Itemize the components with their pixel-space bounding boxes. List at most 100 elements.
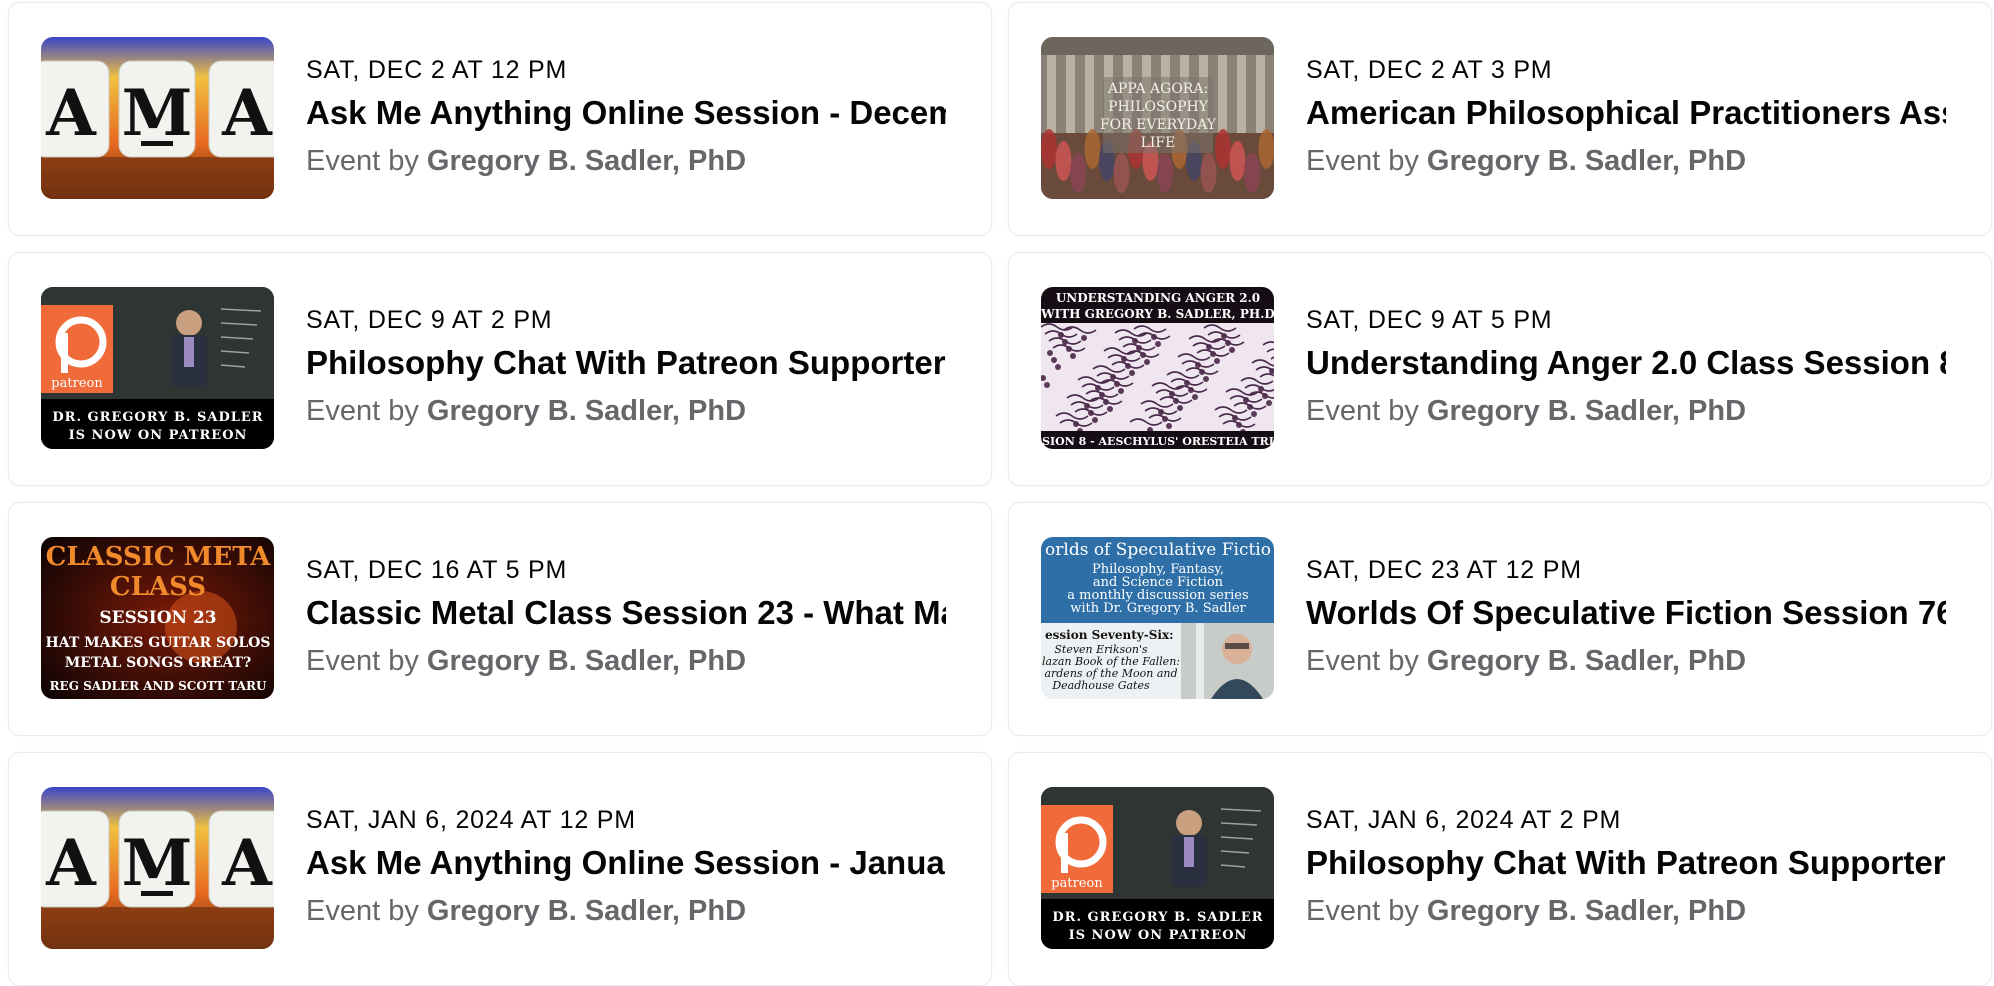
event-title[interactable]: Classic Metal Class Session 23 - What Ma… — [306, 593, 946, 633]
byline-prefix: Event by — [1306, 645, 1419, 677]
event-date: SAT, JAN 6, 2024 AT 12 PM — [306, 806, 636, 834]
event-byline: Event by Gregory B. Sadler, PhD — [306, 143, 946, 179]
svg-text:patreon: patreon — [1051, 876, 1103, 891]
event-host-link[interactable]: Gregory B. Sadler, PhD — [427, 145, 746, 177]
event-host-link[interactable]: Gregory B. Sadler, PhD — [427, 645, 746, 677]
event-host-link[interactable]: Gregory B. Sadler, PhD — [1427, 895, 1746, 927]
svg-text:APPA AGORA:: APPA AGORA: — [1107, 81, 1208, 97]
event-thumbnail[interactable]: AMA — [41, 37, 274, 199]
svg-text:SESSION 23: SESSION 23 — [99, 608, 216, 628]
svg-text:Deadhouse Gates: Deadhouse Gates — [1051, 679, 1150, 692]
event-thumbnail[interactable]: UNDERSTANDING ANGER 2.0 WITH GREGORY B. S… — [1041, 287, 1274, 449]
svg-text:ession Seventy-Six:: ession Seventy-Six: — [1045, 628, 1174, 642]
svg-text:with Dr. Gregory B. Sadler: with Dr. Gregory B. Sadler — [1070, 601, 1246, 616]
event-info: SAT, DEC 2 AT 12 PM Ask Me Anything Onli… — [306, 55, 946, 179]
event-title[interactable]: Worlds Of Speculative Fiction Session 76 — [1306, 593, 1946, 633]
event-card[interactable]: AMA SAT, JAN 6, 2024 AT 12 PM Ask Me Any… — [8, 752, 992, 986]
event-host-link[interactable]: Gregory B. Sadler, PhD — [427, 395, 746, 427]
event-card[interactable]: CLASSIC META CLASS SESSION 23 HAT MAKES GUI… — [8, 502, 992, 736]
event-title[interactable]: Philosophy Chat With Patreon Supporters — [1306, 843, 1946, 883]
event-title[interactable]: Ask Me Anything Online Session - January… — [306, 843, 946, 883]
event-byline: Event by Gregory B. Sadler, PhD — [306, 643, 946, 679]
event-byline: Event by Gregory B. Sadler, PhD — [1306, 893, 1946, 929]
svg-text:M: M — [122, 826, 193, 901]
event-info: SAT, DEC 23 AT 12 PM Worlds Of Speculati… — [1306, 555, 1946, 679]
event-date: SAT, DEC 2 AT 12 PM — [306, 56, 568, 84]
event-thumbnail[interactable]: orlds of Speculative Fictio Philosophy, F… — [1041, 537, 1274, 699]
svg-text:PHILOSOPHY: PHILOSOPHY — [1108, 99, 1209, 115]
event-card[interactable]: UNDERSTANDING ANGER 2.0 WITH GREGORY B. S… — [1008, 252, 1992, 486]
event-cover-image: patreon DR. GREGORY B. SADLER IS NOW ON PA… — [41, 287, 274, 449]
event-cover-image: AMA — [41, 37, 274, 199]
event-cover-image: patreon DR. GREGORY B. SADLER IS NOW ON PA… — [1041, 787, 1274, 949]
svg-text:FOR EVERYDAY: FOR EVERYDAY — [1100, 117, 1217, 133]
event-title[interactable]: Understanding Anger 2.0 Class Session 8 — [1306, 343, 1946, 383]
svg-text:HAT MAKES GUITAR SOLOS: HAT MAKES GUITAR SOLOS — [46, 635, 271, 651]
event-byline: Event by Gregory B. Sadler, PhD — [1306, 643, 1946, 679]
event-info: SAT, DEC 16 AT 5 PM Classic Metal Class … — [306, 555, 946, 679]
event-host-link[interactable]: Gregory B. Sadler, PhD — [427, 895, 746, 927]
svg-text:CLASS: CLASS — [110, 572, 206, 602]
event-date: SAT, DEC 16 AT 5 PM — [306, 556, 568, 584]
event-date: SAT, DEC 23 AT 12 PM — [1306, 556, 1582, 584]
byline-prefix: Event by — [306, 145, 419, 177]
event-title[interactable]: Philosophy Chat With Patreon Supporters — [306, 343, 946, 383]
svg-text:METAL SONGS GREAT?: METAL SONGS GREAT? — [65, 655, 251, 671]
svg-text:UNDERSTANDING ANGER 2.0: UNDERSTANDING ANGER 2.0 — [1056, 291, 1260, 305]
event-info: SAT, DEC 2 AT 3 PM American Philosophica… — [1306, 55, 1946, 179]
event-info: SAT, DEC 9 AT 2 PM Philosophy Chat With … — [306, 305, 946, 429]
byline-prefix: Event by — [306, 645, 419, 677]
event-card[interactable]: patreon DR. GREGORY B. SADLER IS NOW ON PA… — [8, 252, 992, 486]
event-byline: Event by Gregory B. Sadler, PhD — [306, 393, 946, 429]
event-card[interactable]: patreon DR. GREGORY B. SADLER IS NOW ON PA… — [1008, 752, 1992, 986]
event-title[interactable]: Ask Me Anything Online Session - Decembe… — [306, 93, 946, 133]
event-host-link[interactable]: Gregory B. Sadler, PhD — [1427, 145, 1746, 177]
event-host-link[interactable]: Gregory B. Sadler, PhD — [1427, 395, 1746, 427]
svg-text:SSION 8 - AESCHYLUS' ORESTEIA: SSION 8 - AESCHYLUS' ORESTEIA TRIL — [1041, 435, 1274, 448]
svg-text:IS NOW ON PATREON: IS NOW ON PATREON — [69, 428, 248, 443]
event-cover-image: orlds of Speculative FictioPhilosophy, F… — [1041, 537, 1274, 699]
event-card[interactable]: orlds of Speculative Fictio Philosophy, F… — [1008, 502, 1992, 736]
svg-text:IS NOW ON PATREON: IS NOW ON PATREON — [1069, 928, 1248, 943]
event-info: SAT, JAN 6, 2024 AT 2 PM Philosophy Chat… — [1306, 805, 1946, 929]
event-card[interactable]: AMA SAT, DEC 2 AT 12 PM Ask Me Anything … — [8, 2, 992, 236]
byline-prefix: Event by — [1306, 895, 1419, 927]
event-thumbnail[interactable]: CLASSIC META CLASS SESSION 23 HAT MAKES GUI… — [41, 537, 274, 699]
svg-text:DR. GREGORY B. SADLER: DR. GREGORY B. SADLER — [52, 410, 263, 425]
event-title[interactable]: American Philosophical Practitioners Ass… — [1306, 93, 1946, 133]
event-cover-image: UNDERSTANDING ANGER 2.0 WITH GREGORY B. S… — [1041, 287, 1274, 449]
svg-text:A: A — [45, 826, 97, 901]
event-thumbnail[interactable]: AMA — [41, 787, 274, 949]
event-byline: Event by Gregory B. Sadler, PhD — [1306, 393, 1946, 429]
svg-text:A: A — [221, 826, 273, 901]
event-thumbnail[interactable]: patreon DR. GREGORY B. SADLER IS NOW ON PA… — [1041, 787, 1274, 949]
event-byline: Event by Gregory B. Sadler, PhD — [306, 893, 946, 929]
event-date: SAT, DEC 9 AT 2 PM — [306, 306, 553, 334]
event-date: SAT, DEC 9 AT 5 PM — [1306, 306, 1553, 334]
byline-prefix: Event by — [1306, 145, 1419, 177]
svg-text:patreon: patreon — [51, 376, 103, 391]
event-cover-image: CLASSIC METACLASS SESSION 23 HAT MAKES GUI… — [41, 537, 274, 699]
byline-prefix: Event by — [306, 895, 419, 927]
event-date: SAT, JAN 6, 2024 AT 2 PM — [1306, 806, 1622, 834]
svg-text:orlds of Speculative Fictio: orlds of Speculative Fictio — [1045, 540, 1271, 560]
event-thumbnail[interactable]: APPA AGORA: PHILOSOPHY FOR EVERYDAY LIFE — [1041, 37, 1274, 199]
event-info: SAT, JAN 6, 2024 AT 12 PM Ask Me Anythin… — [306, 805, 946, 929]
svg-text:M: M — [122, 76, 193, 151]
event-thumbnail[interactable]: patreon DR. GREGORY B. SADLER IS NOW ON PA… — [41, 287, 274, 449]
byline-prefix: Event by — [1306, 395, 1419, 427]
event-card[interactable]: APPA AGORA: PHILOSOPHY FOR EVERYDAY LIFE SA… — [1008, 2, 1992, 236]
events-grid: AMA SAT, DEC 2 AT 12 PM Ask Me Anything … — [8, 2, 1994, 986]
event-info: SAT, DEC 9 AT 5 PM Understanding Anger 2… — [1306, 305, 1946, 429]
event-cover-image: AMA — [41, 787, 274, 949]
event-cover-image: APPA AGORA: PHILOSOPHY FOR EVERYDAY LIFE — [1041, 37, 1274, 199]
svg-text:A: A — [221, 76, 273, 151]
svg-text:CLASSIC META: CLASSIC META — [46, 542, 272, 572]
event-host-link[interactable]: Gregory B. Sadler, PhD — [1427, 645, 1746, 677]
svg-text:LIFE: LIFE — [1141, 135, 1176, 151]
event-byline: Event by Gregory B. Sadler, PhD — [1306, 143, 1946, 179]
svg-text:DR. GREGORY B. SADLER: DR. GREGORY B. SADLER — [1052, 910, 1263, 925]
svg-text:A: A — [45, 76, 97, 151]
svg-text:REG SADLER AND SCOTT TARU: REG SADLER AND SCOTT TARU — [50, 679, 267, 693]
event-date: SAT, DEC 2 AT 3 PM — [1306, 56, 1553, 84]
